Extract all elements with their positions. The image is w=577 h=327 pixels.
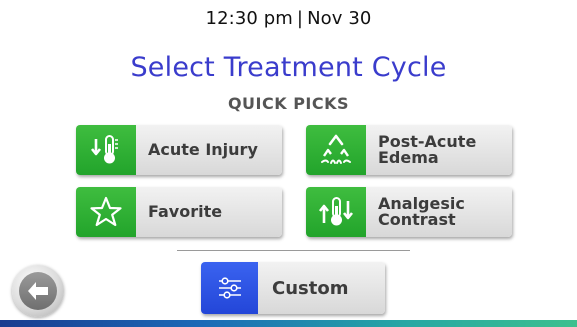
post-acute-edema-label: Post-Acute Edema	[378, 132, 477, 167]
post-acute-edema-button[interactable]: Post-Acute Edema	[306, 125, 512, 175]
thermometer-down-icon	[76, 125, 136, 175]
arrow-left-icon	[19, 272, 57, 310]
favorite-label: Favorite	[148, 202, 223, 221]
analgesic-contrast-label: Analgesic Contrast	[378, 194, 465, 229]
date-text: Nov 30	[307, 8, 372, 29]
custom-button[interactable]: Custom	[201, 262, 385, 314]
time-text: 12:30 pm	[205, 8, 293, 29]
custom-label: Custom	[272, 277, 349, 299]
divider	[177, 250, 410, 251]
page-title: Select Treatment Cycle	[130, 52, 447, 83]
star-icon	[76, 187, 136, 237]
section-subtitle: QUICK PICKS	[227, 94, 350, 113]
acute-injury-button[interactable]: Acute Injury	[76, 125, 282, 175]
back-button[interactable]	[12, 265, 64, 317]
datetime-separator: |	[296, 8, 304, 29]
recycle-edema-icon	[306, 125, 366, 175]
datetime-display: 12:30 pm | Nov 30	[0, 8, 577, 29]
acute-injury-label: Acute Injury	[148, 140, 258, 159]
analgesic-contrast-button[interactable]: Analgesic Contrast	[306, 187, 512, 237]
thermometer-updown-icon	[306, 187, 366, 237]
footer-gradient-bar	[0, 320, 577, 327]
sliders-icon	[201, 262, 258, 314]
favorite-button[interactable]: Favorite	[76, 187, 282, 237]
